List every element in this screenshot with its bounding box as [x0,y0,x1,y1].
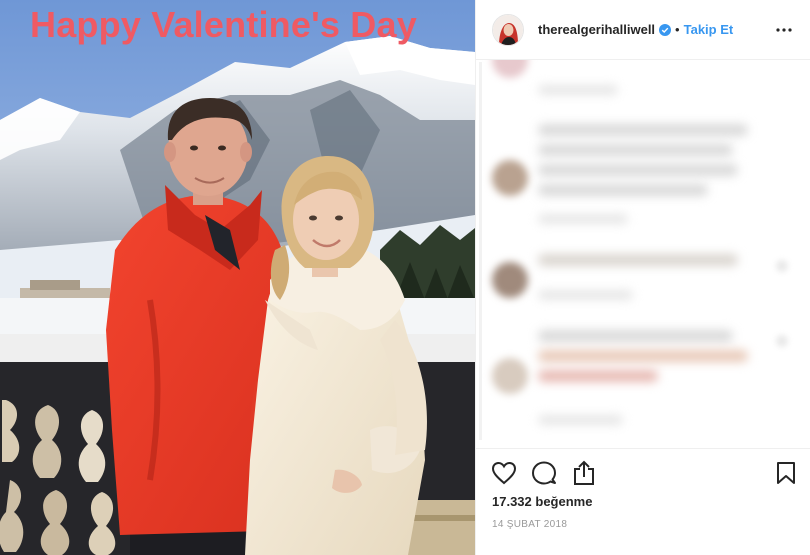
username-link[interactable]: therealgerihalliwell [538,22,655,37]
post-sidebar: therealgerihalliwell • Takip Et 17.332 b… [475,0,810,555]
post-header: therealgerihalliwell • Takip Et [476,0,810,60]
blurred-comment-text [538,370,658,382]
blurred-like-icon [776,260,788,272]
likes-count[interactable]: 17.332 beğenme [492,494,592,509]
blurred-comment-text [538,164,738,176]
blurred-comment-text [538,124,748,136]
comment-bubble-icon[interactable] [530,459,558,487]
heart-icon[interactable] [490,459,518,487]
blurred-avatar [492,60,528,78]
blurred-meta [538,415,623,425]
blurred-avatar [492,262,528,298]
post-date[interactable]: 14 ŞUBAT 2018 [492,519,567,530]
instagram-post: Happy Valentine's Day therealgerihalliwe… [0,0,810,555]
blurred-avatar [492,358,528,394]
blurred-comment-text [538,350,748,362]
blurred-avatar [492,160,528,196]
blurred-comment-text [538,184,708,196]
comments-scrollbar[interactable] [479,62,482,440]
action-bar [476,448,810,498]
photo-illustration [0,0,475,555]
blurred-meta [538,290,633,300]
blurred-meta [538,85,618,95]
blurred-like-icon [776,335,788,347]
blurred-comment-text [538,144,733,156]
follow-button[interactable]: Takip Et [684,22,734,37]
more-options-icon[interactable] [774,20,794,40]
blurred-meta [538,214,628,224]
blurred-comment-text [538,254,738,266]
blurred-comment-text [538,330,733,342]
comments-list-blurred[interactable] [476,60,810,448]
post-photo[interactable]: Happy Valentine's Day [0,0,475,555]
share-icon[interactable] [570,459,598,487]
avatar[interactable] [492,13,524,46]
verified-badge-icon [659,23,672,36]
avatar-image [493,14,523,45]
valentine-overlay-text: Happy Valentine's Day [30,4,417,45]
header-separator: • [675,22,680,37]
bookmark-icon[interactable] [772,459,800,487]
